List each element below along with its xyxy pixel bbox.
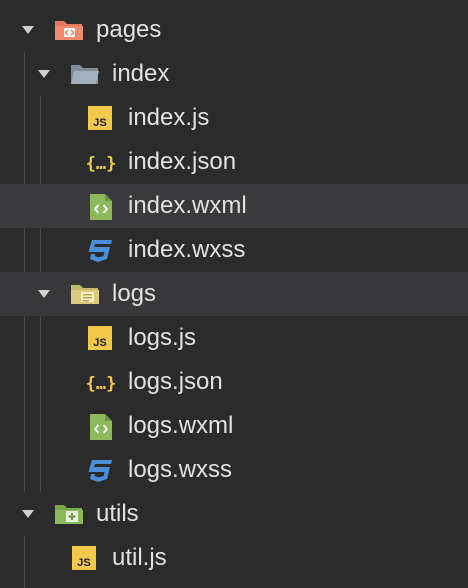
- js-file-icon: JS: [72, 546, 100, 570]
- tree-item-label: index: [112, 60, 170, 87]
- tree-item-index-js[interactable]: JS index.js: [0, 96, 468, 140]
- tree-item-label: index.wxml: [128, 192, 247, 219]
- tree-item-index-folder[interactable]: index: [0, 52, 468, 96]
- chevron-down-icon[interactable]: [22, 510, 34, 518]
- chevron-down-icon[interactable]: [38, 70, 50, 78]
- tree-item-logs-json[interactable]: {…} logs.json: [0, 360, 468, 404]
- chevron-down-icon[interactable]: [22, 26, 34, 34]
- css-file-icon: [88, 458, 116, 482]
- tree-item-label: pages: [96, 16, 162, 43]
- file-tree: pages index JS index.js {…} index.json i…: [0, 0, 468, 588]
- wxml-file-icon: [90, 194, 118, 220]
- css-file-icon: [88, 238, 116, 262]
- svg-text:JS: JS: [77, 557, 90, 569]
- tree-item-logs-wxml[interactable]: logs.wxml: [0, 404, 468, 448]
- chevron-down-icon[interactable]: [38, 290, 50, 298]
- tree-item-label: index.wxss: [128, 236, 246, 263]
- svg-text:{…}: {…}: [86, 154, 117, 174]
- tree-item-label: logs.json: [128, 368, 223, 395]
- folder-open-icon: [70, 62, 99, 86]
- tree-item-label: index.json: [128, 148, 237, 175]
- svg-text:JS: JS: [93, 117, 106, 129]
- tree-item-logs-js[interactable]: JS logs.js: [0, 316, 468, 360]
- tree-item-label: utils: [96, 500, 139, 527]
- tree-item-util-js[interactable]: JS util.js: [0, 536, 468, 580]
- json-file-icon: {…}: [84, 370, 118, 394]
- tree-item-utils-folder[interactable]: utils: [0, 492, 468, 536]
- json-file-icon: {…}: [84, 150, 118, 174]
- svg-text:{…}: {…}: [86, 374, 117, 394]
- folder-open-icon: [54, 502, 83, 526]
- js-file-icon: JS: [88, 106, 116, 130]
- tree-item-index-wxml[interactable]: index.wxml: [0, 184, 468, 228]
- tree-item-label: logs.wxss: [128, 456, 233, 483]
- wxml-file-icon: [90, 414, 118, 440]
- tree-item-label: util.js: [112, 544, 167, 571]
- tree-item-label: index.js: [128, 104, 210, 131]
- svg-text:JS: JS: [93, 337, 106, 349]
- tree-item-logs-folder[interactable]: logs: [0, 272, 468, 316]
- tree-item-label: logs.wxml: [128, 412, 234, 439]
- folder-open-icon: [54, 18, 83, 42]
- tree-item-label: logs: [112, 280, 157, 307]
- tree-item-index-wxss[interactable]: index.wxss: [0, 228, 468, 272]
- tree-item-index-json[interactable]: {…} index.json: [0, 140, 468, 184]
- folder-open-icon: [70, 282, 99, 306]
- tree-item-label: logs.js: [128, 324, 197, 351]
- js-file-icon: JS: [88, 326, 116, 350]
- tree-item-pages-folder[interactable]: pages: [0, 8, 468, 52]
- tree-item-logs-wxss[interactable]: logs.wxss: [0, 448, 468, 492]
